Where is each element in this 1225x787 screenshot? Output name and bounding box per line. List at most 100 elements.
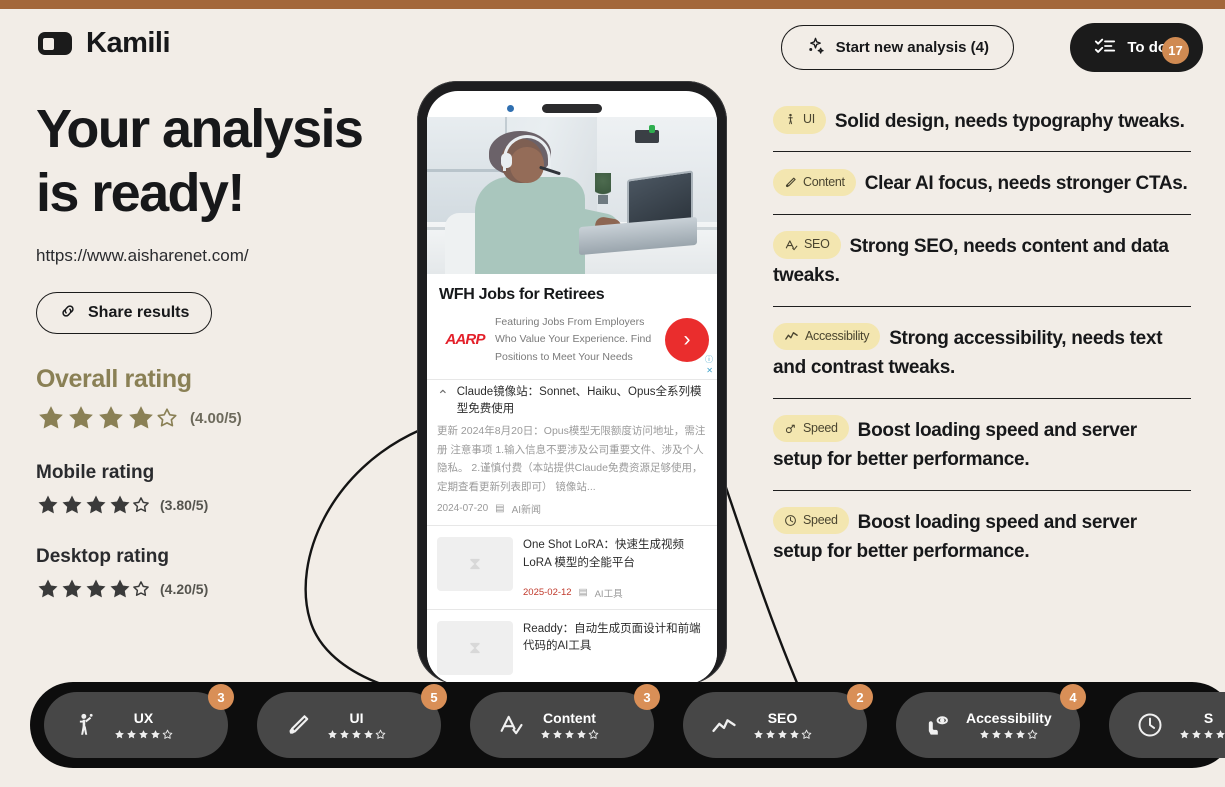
- link-icon: [59, 302, 77, 325]
- list-item-title: One Shot LoRA：快速生成视频 LoRA 模型的全能平台: [523, 538, 685, 569]
- insight-row: Content Clear AI focus, needs stronger C…: [773, 151, 1191, 213]
- insight-tag-accessibility[interactable]: Accessibility: [773, 323, 881, 351]
- tab-badge: 4: [1060, 684, 1086, 710]
- chevron-right-icon[interactable]: ›: [665, 317, 709, 362]
- post-body: 更新 2024年8月20日：Opus模型无限额度访问地址，需注册 注意事项 1.…: [437, 425, 706, 493]
- mobile-rating-value: (3.80/5): [160, 497, 209, 514]
- tab-badge: 3: [208, 684, 234, 710]
- post-title: Claude镜像站：Sonnet、Haiku、Opus全系列模型免费使用: [456, 385, 702, 416]
- insight-tag-label: UI: [803, 112, 815, 127]
- share-results-label: Share results: [88, 304, 190, 322]
- overall-rating-value: (4.00/5): [190, 409, 242, 427]
- insight-tag-content[interactable]: Content: [773, 168, 856, 197]
- chart-line-icon: [784, 329, 799, 344]
- pen-icon: [283, 710, 313, 740]
- headline-line-2: is ready!: [36, 162, 245, 223]
- list-item-category: AI工具: [594, 588, 623, 600]
- tab-label: UX: [133, 710, 154, 726]
- brand[interactable]: Kamili: [38, 27, 171, 60]
- a-check-icon: [784, 238, 798, 252]
- post-header[interactable]: ⌃ Claude镜像站：Sonnet、Haiku、Opus全系列模型免费使用: [427, 380, 717, 419]
- desktop-rating-block: Desktop rating (4.20/5): [36, 546, 436, 601]
- share-results-button[interactable]: Share results: [36, 292, 213, 335]
- ad-info-icon[interactable]: ⓘ: [705, 355, 713, 365]
- overall-stars: [36, 403, 178, 433]
- insight-row: Speed Boost loading speed and server set…: [773, 489, 1191, 582]
- hero-photo: [427, 117, 717, 274]
- toggle-logo-icon: [38, 32, 72, 55]
- page-title: Your analysis is ready!: [36, 98, 436, 225]
- chevron-up-icon[interactable]: ⌃: [437, 384, 449, 402]
- insight-tag-speed-clock[interactable]: Speed: [773, 506, 849, 535]
- analyzed-url: https://www.aisharenet.com/: [36, 246, 249, 266]
- top-accent-bar: [0, 0, 1225, 9]
- overall-rating-row: (4.00/5): [36, 403, 436, 433]
- list-item[interactable]: ⧗ One Shot LoRA：快速生成视频 LoRA 模型的全能平台 2025…: [427, 526, 717, 600]
- tab-badge: 2: [847, 684, 873, 710]
- sparkles-icon: [806, 36, 825, 59]
- phone-inner-frame: WFH Jobs for Retirees AARP Featuring Job…: [427, 91, 717, 684]
- tab-label: SEO: [767, 710, 798, 726]
- left-panel: Your analysis is ready! https://www.aish…: [36, 98, 436, 601]
- category-tabbar: 3 UX 5 UI 3 Content 2 SEO 4 Accessibilit…: [30, 682, 1225, 768]
- phone-speaker-notch: [542, 104, 602, 113]
- post-date: 2024-07-20: [437, 502, 489, 514]
- phone-screen[interactable]: WFH Jobs for Retirees AARP Featuring Job…: [427, 117, 717, 684]
- clock-icon: [1135, 710, 1165, 740]
- insight-tag-speed-gauge[interactable]: Speed: [773, 414, 849, 443]
- mobile-rating-title: Mobile rating: [36, 462, 155, 484]
- post-category: AI新闻: [511, 504, 542, 516]
- ad-title: WFH Jobs for Retirees: [439, 286, 605, 303]
- ad-controls[interactable]: ⓘ ✕: [705, 355, 713, 376]
- a-check-icon: [496, 710, 526, 740]
- list-item[interactable]: ⧗ Readdy：自动生成页面设计和前端代码的AI工具: [427, 610, 717, 675]
- insight-row: SEO Strong SEO, needs content and data t…: [773, 213, 1191, 306]
- tab-stars: [327, 729, 386, 740]
- desktop-rating-row: (4.20/5): [36, 577, 436, 601]
- tab-ux[interactable]: 3 UX: [44, 684, 234, 758]
- list-item-date: 2025-02-12: [523, 587, 572, 599]
- list-item-title: Readdy：自动生成页面设计和前端代码的AI工具: [523, 622, 701, 653]
- todos-badge: 17: [1162, 37, 1189, 64]
- insight-tag-ui[interactable]: UI: [773, 106, 826, 134]
- insight-row: Accessibility Strong accessibility, need…: [773, 305, 1191, 398]
- todos-button[interactable]: 17 To do's: [1070, 23, 1203, 72]
- start-new-analysis-button[interactable]: Start new analysis (4): [780, 25, 1014, 70]
- app-root: Kamili Start new analysis (4) 17 To do's…: [0, 0, 1225, 787]
- tab-seo[interactable]: 2 SEO: [683, 684, 873, 758]
- mobile-stars: [36, 493, 150, 517]
- thumbnail-placeholder-icon: ⧗: [437, 536, 513, 591]
- ad-close-icon[interactable]: ✕: [705, 366, 713, 376]
- insight-row: UI Solid design, needs typography tweaks…: [773, 106, 1191, 151]
- phone-camera-icon: [507, 105, 514, 112]
- ad-banner[interactable]: AARP Featuring Jobs From Employers Who V…: [427, 304, 717, 375]
- tab-ui[interactable]: 5 UI: [257, 684, 447, 758]
- tab-stars: [540, 729, 599, 740]
- gauge-icon: [784, 422, 797, 435]
- headline-line-1: Your analysis: [36, 99, 364, 159]
- tab-stars: [1179, 729, 1225, 740]
- cursor-eye-icon: [922, 710, 952, 740]
- tab-speed[interactable]: S: [1109, 692, 1225, 758]
- category-icon: ▤: [578, 587, 588, 599]
- person-icon: [784, 113, 797, 126]
- tab-label: Accessibility: [966, 710, 1052, 726]
- chart-line-icon: [709, 710, 739, 740]
- tab-accessibility[interactable]: 4 Accessibility: [896, 684, 1086, 758]
- insight-row: Speed Boost loading speed and server set…: [773, 397, 1191, 490]
- tab-content[interactable]: 3 Content: [470, 684, 660, 758]
- desktop-stars: [36, 577, 150, 601]
- desktop-rating-value: (4.20/5): [160, 581, 209, 598]
- tab-badge: 5: [421, 684, 447, 710]
- overall-rating-title: Overall rating: [36, 365, 192, 394]
- start-new-analysis-label: Start new analysis (4): [835, 39, 989, 56]
- insight-text: Clear AI focus, needs stronger CTAs.: [864, 173, 1188, 195]
- insight-tag-label: Accessibility: [805, 329, 870, 344]
- list-item-meta: 2025-02-12 ▤ AI工具: [523, 586, 707, 600]
- insight-text: Solid design, needs typography tweaks.: [834, 111, 1185, 132]
- insight-tag-seo[interactable]: SEO: [773, 231, 841, 259]
- tab-stars: [753, 729, 812, 740]
- clock-icon: [784, 514, 797, 527]
- tab-badge: 3: [634, 684, 660, 710]
- page-header: Kamili Start new analysis (4) 17 To do's: [0, 9, 1225, 76]
